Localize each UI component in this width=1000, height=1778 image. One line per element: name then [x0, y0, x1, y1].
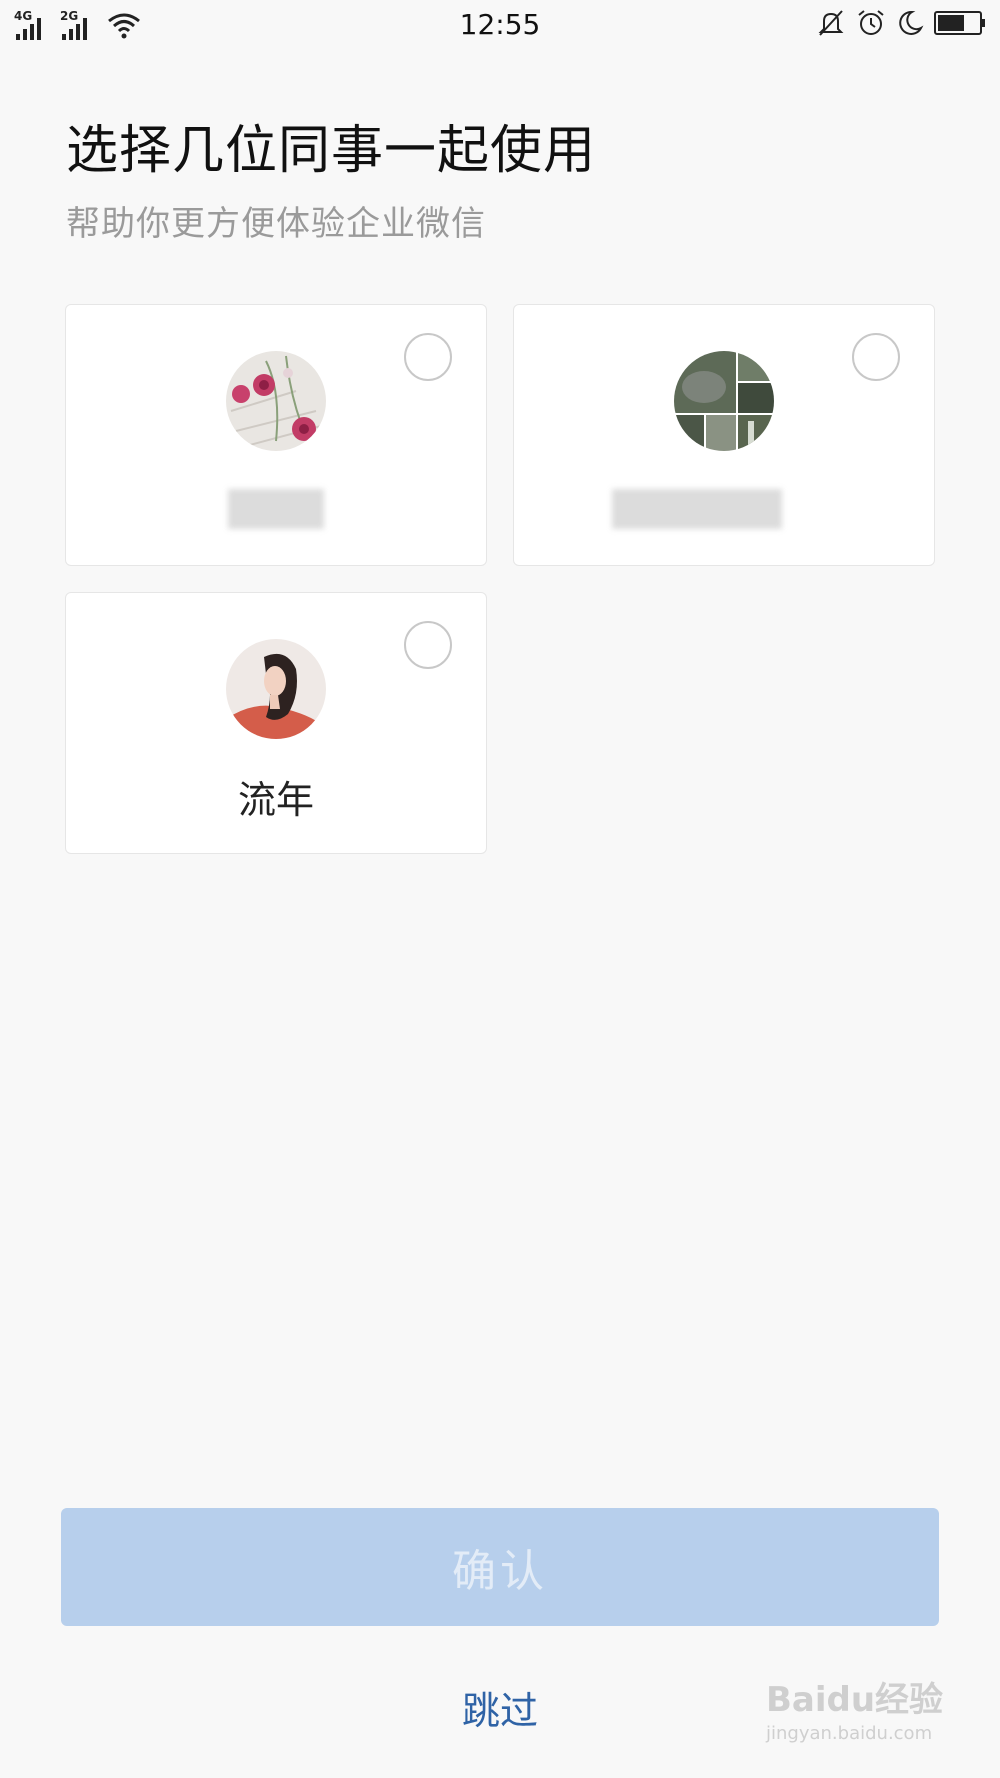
select-radio[interactable] [852, 333, 900, 381]
woman-portrait-avatar-image [226, 639, 326, 739]
colleague-card[interactable]: 流年 [65, 592, 487, 854]
alarm-icon [858, 10, 884, 35]
colleague-name: 流年 [237, 778, 314, 822]
confirm-button[interactable]: 确认 [61, 1508, 939, 1626]
baidu-watermark: Baidu经验 jingyan.baidu.com [766, 1672, 943, 1744]
colleague-card[interactable] [65, 304, 487, 566]
landscape-collage-avatar-image [674, 351, 774, 451]
silent-bell-icon [818, 10, 844, 36]
flowers-avatar-image [226, 351, 326, 451]
battery-icon [934, 11, 985, 35]
select-radio[interactable] [404, 333, 452, 381]
redacted-name [612, 489, 782, 529]
page-subtitle: 帮助你更方便体验企业微信 [66, 204, 486, 244]
avatar [674, 351, 774, 451]
redacted-name [228, 489, 324, 529]
page-title: 选择几位同事一起使用 [66, 121, 597, 181]
avatar [226, 639, 326, 739]
select-radio[interactable] [404, 621, 452, 669]
colleague-card[interactable] [513, 304, 935, 566]
status-bar-right [816, 8, 986, 38]
status-bar: 4G 2G 12:55 [0, 0, 1000, 52]
watermark-main: Baidu经验 [766, 1680, 944, 1720]
avatar [226, 351, 326, 451]
moon-icon [899, 10, 924, 35]
watermark-url: jingyan.baidu.com [766, 1723, 933, 1744]
